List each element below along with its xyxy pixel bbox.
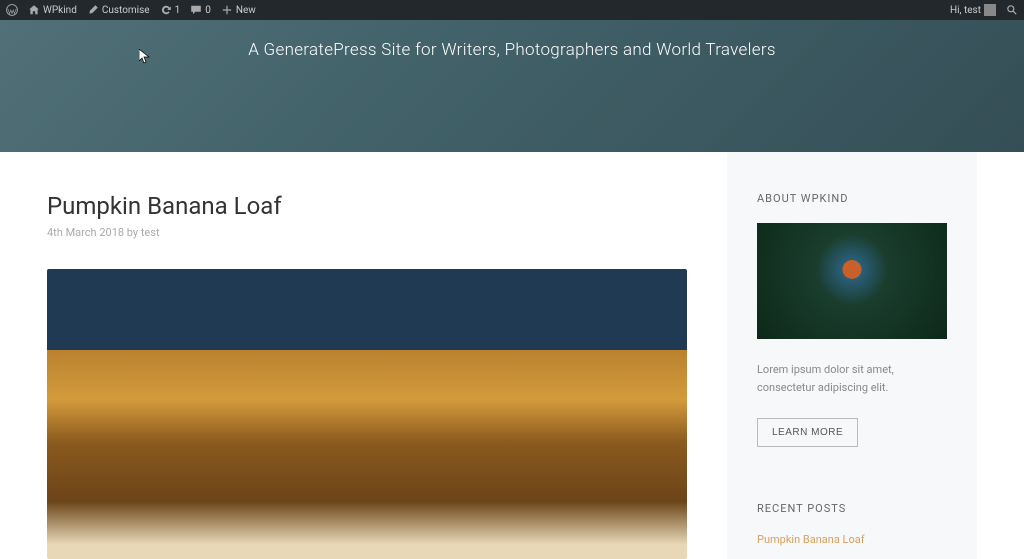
search-icon[interactable]: [1006, 4, 1018, 16]
site-name-text: WPkind: [43, 5, 77, 16]
hero-banner: A GeneratePress Site for Writers, Photog…: [0, 20, 1024, 152]
account-link[interactable]: Hi, test: [950, 4, 996, 16]
comments-link[interactable]: 0: [190, 4, 211, 16]
about-widget-image: [757, 223, 947, 339]
wp-logo[interactable]: [6, 4, 18, 16]
about-widget-text: Lorem ipsum dolor sit amet, consectetur …: [757, 361, 947, 396]
comments-count: 0: [205, 5, 211, 16]
sidebar: ABOUT WPKIND Lorem ipsum dolor sit amet,…: [727, 152, 977, 559]
new-text: New: [236, 5, 256, 16]
recent-posts-title: RECENT POSTS: [757, 502, 947, 515]
wp-admin-bar: WPkind Customise 1 0 New Hi, test: [0, 0, 1024, 20]
post-title[interactable]: Pumpkin Banana Loaf: [47, 192, 687, 220]
customise-link[interactable]: Customise: [87, 4, 150, 16]
hero-tagline: A GeneratePress Site for Writers, Photog…: [248, 40, 776, 60]
featured-image[interactable]: [47, 269, 687, 559]
updates-link[interactable]: 1: [160, 4, 181, 16]
main-content: Pumpkin Banana Loaf 4th March 2018 by te…: [47, 152, 727, 559]
new-link[interactable]: New: [221, 4, 256, 16]
about-widget-title: ABOUT WPKIND: [757, 192, 947, 205]
site-name-link[interactable]: WPkind: [28, 4, 77, 16]
recent-post-link[interactable]: Pumpkin Banana Loaf: [757, 533, 947, 546]
updates-count: 1: [175, 5, 181, 16]
post-meta: 4th March 2018 by test: [47, 226, 687, 239]
customise-text: Customise: [102, 5, 150, 16]
avatar: [984, 4, 996, 16]
learn-more-button[interactable]: LEARN MORE: [757, 418, 858, 447]
greeting-text: Hi, test: [950, 5, 981, 16]
